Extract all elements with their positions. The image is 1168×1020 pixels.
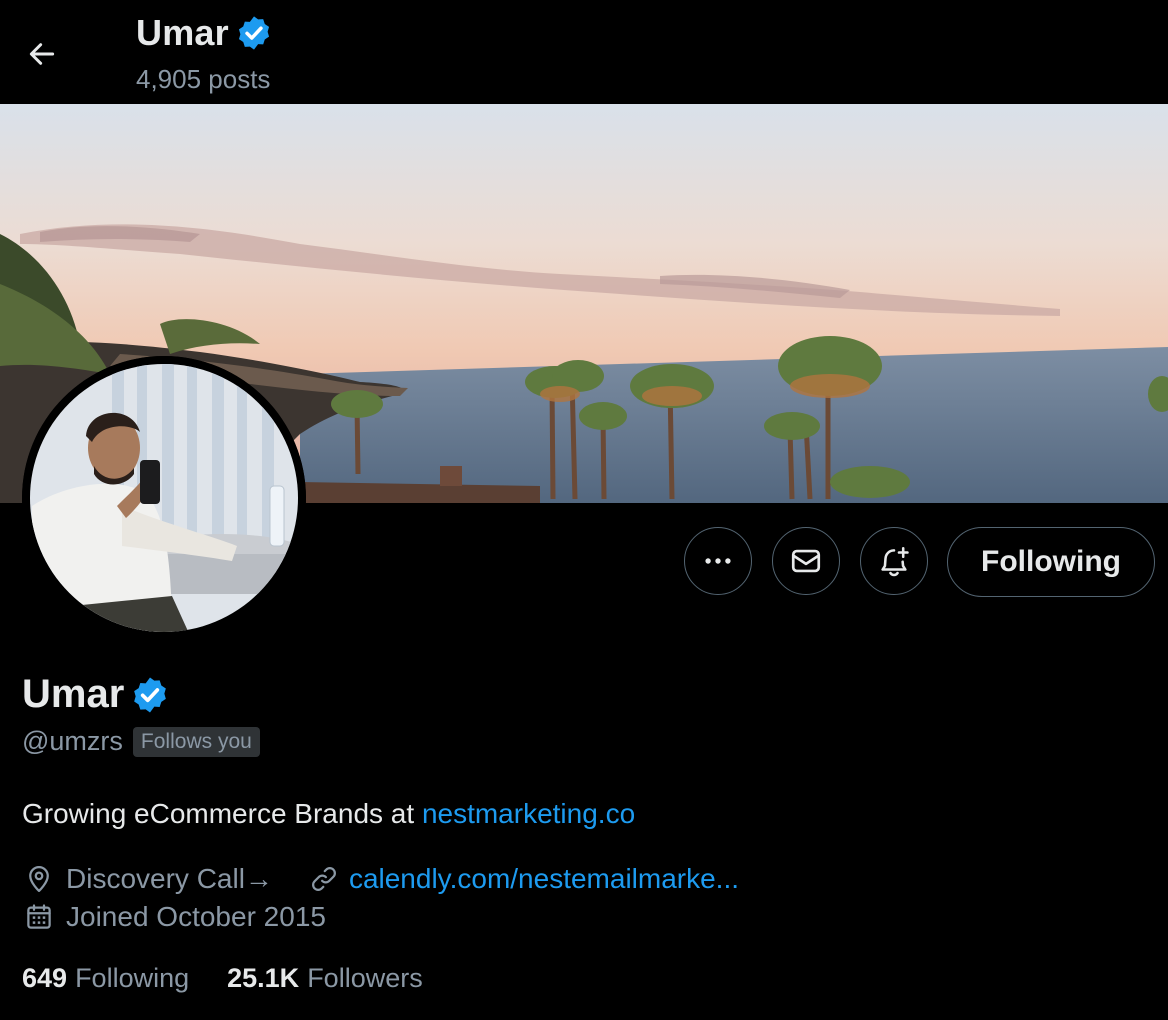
link-icon	[307, 862, 341, 896]
following-label: Following	[75, 963, 190, 993]
bio-text: Growing eCommerce Brands at	[22, 798, 422, 829]
profile-name-row: Umar	[22, 672, 170, 717]
profile-handle: @umzrs	[22, 726, 123, 756]
header-name-row: Umar	[136, 12, 273, 54]
profile-name: Umar	[22, 672, 125, 716]
bio-link[interactable]: nestmarketing.co	[422, 798, 635, 829]
verified-badge-icon	[238, 16, 269, 50]
header-post-count: 4,905 posts	[136, 64, 271, 94]
calendar-icon	[22, 900, 56, 934]
follow-stats: 649 Following 25.1K Followers	[22, 963, 423, 994]
avatar-image	[22, 356, 306, 640]
location-pin-icon	[22, 862, 56, 896]
followers-count: 25.1K	[227, 963, 300, 993]
back-button[interactable]	[20, 32, 64, 76]
handle-row: @umzrs Follows you	[22, 726, 260, 757]
profile-bio: Growing eCommerce Brands at nestmarketin…	[22, 798, 635, 830]
followers-stat-link[interactable]: 25.1K Followers	[227, 963, 423, 994]
profile-website-link[interactable]: calendly.com/nestemailmarke...	[349, 863, 739, 895]
profile-meta-row: Discovery Call→ calendly.com/nestemailma…	[22, 862, 739, 896]
following-count: 649	[22, 963, 68, 993]
more-icon	[705, 558, 731, 564]
more-options-button[interactable]	[684, 527, 752, 595]
notify-button[interactable]	[860, 527, 928, 595]
message-button[interactable]	[772, 527, 840, 595]
following-button[interactable]: Following	[947, 527, 1155, 597]
top-header: Umar 4,905 posts	[0, 0, 1168, 104]
following-stat-link[interactable]: 649 Following	[22, 963, 189, 994]
verified-badge-icon[interactable]	[130, 675, 170, 715]
arrow-left-icon	[29, 43, 55, 65]
profile-joined-date: Joined October 2015	[66, 901, 326, 932]
profile-location: Discovery Call→	[66, 863, 273, 894]
followers-label: Followers	[307, 963, 423, 993]
bell-plus-icon	[881, 546, 909, 577]
follows-you-badge: Follows you	[132, 726, 260, 757]
profile-joined-row: Joined October 2015	[22, 900, 326, 934]
mail-icon	[791, 549, 821, 573]
profile-avatar[interactable]	[22, 356, 306, 640]
header-title: Umar	[136, 12, 229, 53]
